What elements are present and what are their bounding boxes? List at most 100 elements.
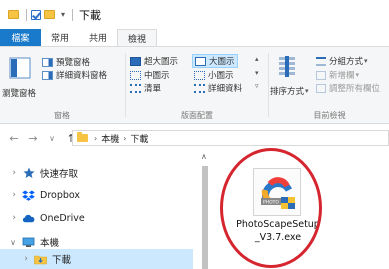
layout-more-icon[interactable]: ▿ (255, 82, 259, 90)
scrollbar-thumb[interactable] (202, 166, 208, 269)
photoscape-installer-icon: PHOTO (253, 168, 301, 216)
scroll-up-arrow-icon[interactable]: ∧ (201, 152, 207, 161)
nav-label-onedrive: OneDrive (40, 212, 85, 224)
sort-by-icon (279, 56, 295, 77)
list-view-icon (130, 83, 141, 93)
expand-chevron-icon[interactable]: › (0, 213, 22, 223)
expand-chevron-icon[interactable]: › (0, 168, 22, 178)
nav-item-dropbox[interactable]: › Dropbox (0, 184, 193, 206)
small-icons-label: 小圖示 (208, 71, 234, 81)
divider (268, 53, 269, 117)
file-item[interactable]: PHOTO PhotoScapeSetup_V3.7.exe (234, 156, 322, 260)
ribbon-tabs: 檔案 常用 共用 檢視 (0, 29, 389, 46)
quick-access-toolbar-dropdown-icon[interactable]: ▾ (61, 10, 65, 19)
sort-by-text: 排序方式 (270, 87, 305, 97)
file-list-area: PHOTO PhotoScapeSetup_V3.7.exe (212, 152, 389, 269)
nav-item-onedrive[interactable]: › OneDrive (0, 207, 193, 229)
layout-scroll-up-icon[interactable]: ▴ (255, 55, 259, 63)
back-arrow-icon[interactable]: ← (9, 132, 19, 145)
medium-icons-label: 中圖示 (144, 71, 170, 81)
star-icon (22, 167, 35, 179)
add-columns-label: 新增欄 (329, 71, 355, 81)
layout-large-icons[interactable]: 大圖示 (192, 54, 238, 68)
title-bar: ▾ 下載 (0, 0, 389, 29)
details-label: 詳細資料 (208, 84, 243, 94)
group-label-layout: 版面配置 (181, 111, 213, 120)
group-label-current-view: 目前檢視 (313, 111, 346, 120)
ribbon-view: 瀏覽窗格 預覽窗格 詳細資料窗格 窗格 超大圖示 大圖示 中圖示 小圖示 清單 … (0, 46, 389, 124)
divider (72, 8, 74, 21)
group-by-button[interactable]: 分組方式 ▾ (316, 55, 368, 67)
navigation-pane-icon (9, 57, 31, 79)
tab-share[interactable]: 共用 (79, 29, 117, 46)
nav-label-this-pc: 本機 (40, 238, 60, 249)
details-pane-label: 詳細資料窗格 (56, 71, 108, 81)
collapse-chevron-icon[interactable]: ∨ (0, 238, 22, 247)
size-all-columns-button[interactable]: 調整所有欄位 (316, 82, 380, 94)
tab-view[interactable]: 檢視 (117, 29, 158, 46)
svg-text:PHOTO: PHOTO (263, 200, 279, 206)
nav-item-quick-access[interactable]: › 快速存取 (0, 162, 193, 184)
medium-icons-icon (130, 70, 141, 80)
tab-file[interactable]: 檔案 (0, 29, 41, 46)
details-view-icon (194, 83, 205, 93)
preview-pane-label: 預覽窗格 (56, 58, 91, 68)
large-icons-label: 大圖示 (209, 57, 235, 67)
window-title: 下載 (79, 8, 102, 22)
nav-item-downloads[interactable]: › 下載 (0, 249, 193, 269)
size-columns-label: 調整所有欄位 (329, 84, 381, 94)
large-icons-icon (195, 56, 206, 66)
breadcrumb-this-pc[interactable]: 本機 (101, 132, 119, 145)
navigation-scrollbar[interactable]: ∧ (198, 152, 212, 269)
layout-medium-icons[interactable]: 中圖示 (130, 69, 170, 81)
extra-large-icons-icon (130, 56, 141, 66)
group-label-panes: 窗格 (54, 111, 70, 120)
new-folder-icon[interactable] (44, 10, 55, 19)
sort-by-label[interactable]: 排序方式 ▾ (270, 85, 309, 97)
sort-by-button[interactable] (276, 55, 298, 82)
breadcrumb-downloads[interactable]: 下載 (130, 132, 148, 145)
add-columns-button[interactable]: 新增欄 ▾ (316, 69, 359, 81)
extra-large-icons-label: 超大圖示 (144, 57, 179, 67)
group-by-label: 分組方式 (329, 57, 364, 67)
group-by-icon (316, 56, 326, 66)
computer-icon (22, 237, 35, 248)
group-by-dropdown-icon: ▾ (364, 57, 368, 65)
file-name-label: PhotoScapeSetup_V3.7.exe (236, 219, 320, 243)
address-row: ← → ∨ ↑ › 本機 › 下載 (0, 124, 389, 152)
cloud-icon (22, 213, 35, 224)
preview-pane-icon (42, 57, 53, 67)
layout-small-icons[interactable]: 小圖示 (194, 69, 234, 81)
expand-chevron-icon[interactable]: › (0, 190, 22, 200)
details-pane-button[interactable]: 詳細資料窗格 (42, 69, 107, 81)
add-columns-dropdown-icon: ▾ (355, 71, 360, 79)
add-columns-icon (316, 70, 326, 80)
layout-details[interactable]: 詳細資料 (194, 82, 242, 94)
navigation-pane-label[interactable]: 瀏覽窗格 (2, 87, 36, 99)
group-panes: 瀏覽窗格 預覽窗格 詳細資料窗格 窗格 (0, 51, 124, 123)
nav-label-quick-access: 快速存取 (40, 169, 79, 180)
downloads-folder-icon (34, 254, 47, 265)
layout-extra-large-icons[interactable]: 超大圖示 (130, 55, 178, 67)
preview-pane-button[interactable]: 預覽窗格 (42, 56, 90, 68)
address-bar[interactable]: › 本機 › 下載 (72, 130, 389, 146)
tab-home[interactable]: 常用 (41, 29, 79, 46)
properties-check-icon[interactable] (31, 9, 41, 20)
dropbox-icon (22, 190, 35, 201)
expand-chevron-icon[interactable]: › (0, 254, 34, 264)
layout-list[interactable]: 清單 (130, 82, 161, 94)
divider (26, 8, 27, 21)
breadcrumb-separator-icon[interactable]: › (94, 134, 97, 143)
file-explorer-window: ▾ 下載 檔案 常用 共用 檢視 瀏覽窗格 預覽窗格 詳細資料窗格 窗格 超大圖… (0, 0, 389, 269)
folder-icon (8, 10, 19, 19)
details-pane-icon (42, 70, 53, 80)
group-layout: 超大圖示 大圖示 中圖示 小圖示 清單 詳細資料 ▴ ▾ ▿ 版面配置 (127, 51, 267, 123)
layout-scroll-down-icon[interactable]: ▾ (255, 69, 259, 77)
breadcrumb-separator-icon[interactable]: › (123, 134, 126, 143)
sort-by-dropdown-icon: ▾ (305, 87, 309, 95)
nav-label-downloads: 下載 (52, 255, 72, 266)
recent-locations-dropdown-icon[interactable]: ∨ (47, 134, 57, 143)
navigation-pane-button[interactable] (9, 57, 31, 82)
forward-arrow-icon[interactable]: → (28, 132, 38, 145)
nav-label-dropbox: Dropbox (40, 189, 81, 201)
